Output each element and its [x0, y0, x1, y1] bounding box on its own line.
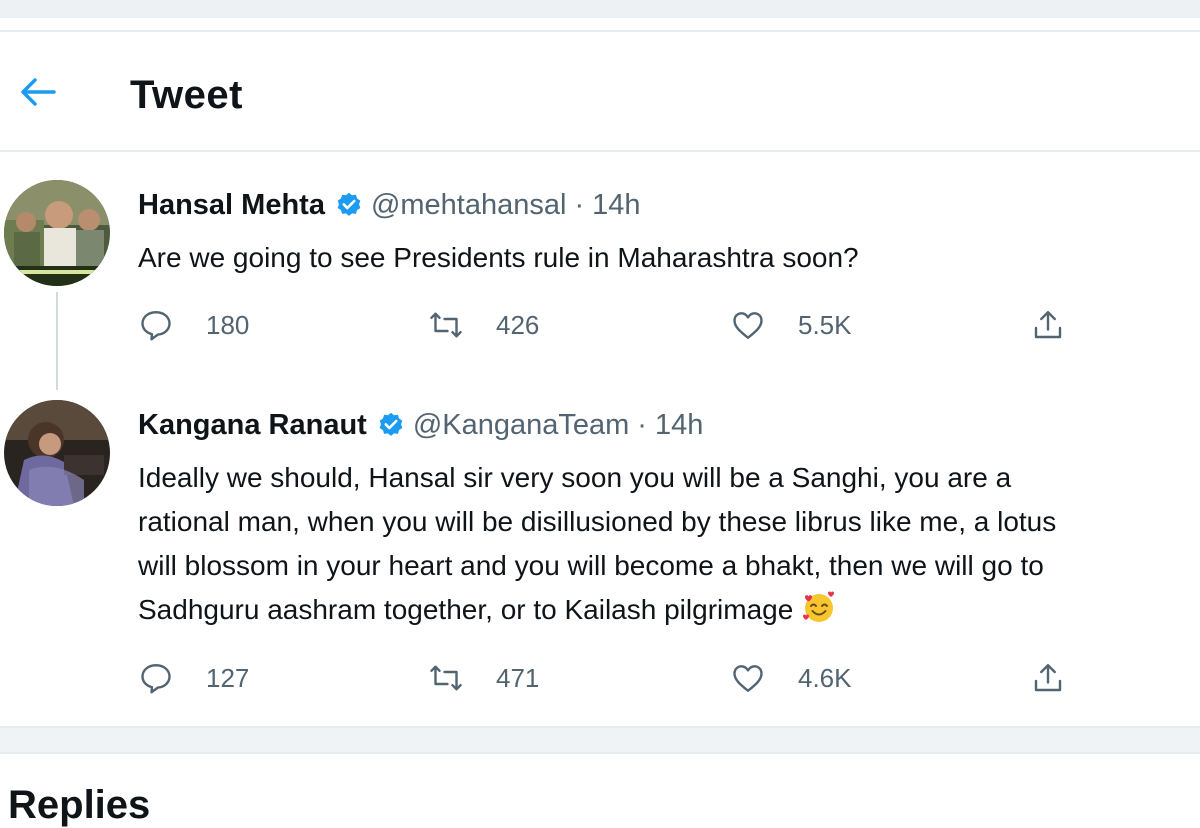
timestamp[interactable]: 14h — [592, 188, 640, 222]
tweet-text: Ideally we should, Hansal sir very soon … — [138, 456, 1200, 632]
heart-icon — [733, 312, 763, 339]
tweet-header: Hansal Mehta @mehtahansal · 14h — [138, 188, 641, 222]
tweet-text-line: Ideally we should, Hansal sir very soon … — [138, 462, 1012, 493]
avatar-kangana-ranaut[interactable] — [4, 400, 110, 506]
share-button[interactable] — [1030, 305, 1066, 345]
tweet-text-line: Sadhguru aashram together, or to Kailash… — [138, 594, 794, 625]
tweet-actions: 127 471 4.6K — [138, 658, 1078, 698]
speech-bubble-icon — [141, 311, 171, 341]
share-upload-icon — [1034, 311, 1062, 339]
tweet-text: Are we going to see Presidents rule in M… — [138, 236, 1200, 280]
retweet-count: 426 — [496, 309, 540, 340]
header-divider — [0, 150, 1200, 152]
author-name[interactable]: Hansal Mehta — [138, 188, 325, 222]
like-button[interactable]: 4.6K — [730, 658, 852, 698]
page-title: Tweet — [130, 73, 243, 117]
verified-badge-icon — [337, 192, 361, 216]
like-count: 4.6K — [798, 662, 852, 693]
retweet-button[interactable]: 426 — [428, 305, 539, 345]
reply-button[interactable]: 180 — [138, 305, 249, 345]
reply-count: 127 — [206, 662, 250, 693]
smiling-face-with-hearts-emoji — [803, 591, 835, 622]
share-upload-icon — [1034, 664, 1062, 692]
retweet-button[interactable]: 471 — [428, 658, 539, 698]
separator-dot: · — [637, 409, 647, 441]
speech-bubble-icon — [141, 664, 171, 694]
reply-count: 180 — [206, 309, 250, 340]
browser-top-strip — [0, 0, 1200, 18]
avatar-image — [4, 400, 110, 506]
tweet-text-line: will blossom in your heart and you will … — [138, 550, 1044, 581]
replies-heading: Replies — [8, 783, 151, 827]
retweet-icon — [430, 312, 462, 338]
timestamp[interactable]: 14h — [655, 408, 703, 442]
author-handle[interactable]: @mehtahansal — [371, 188, 567, 222]
avatar-hansal-mehta[interactable] — [4, 180, 110, 286]
arrow-left-icon — [21, 78, 56, 106]
top-divider — [0, 30, 1200, 32]
author-handle[interactable]: @KanganaTeam — [413, 408, 629, 442]
reply-button[interactable]: 127 — [138, 658, 249, 698]
tweet-text-line: rational man, when you will be disillusi… — [138, 506, 1057, 537]
like-button[interactable]: 5.5K — [730, 305, 852, 345]
back-button[interactable] — [16, 72, 60, 112]
avatar-image — [4, 180, 110, 286]
share-button[interactable] — [1030, 658, 1066, 698]
heart-icon — [733, 665, 763, 692]
tweet-text-line-last: Sadhguru aashram together, or to Kailash… — [138, 588, 1200, 632]
like-count: 5.5K — [798, 309, 852, 340]
section-divider — [0, 752, 1200, 754]
thread-connector — [56, 292, 58, 390]
tweet-actions: 180 426 5.5K — [138, 305, 1078, 345]
tweet-header: Kangana Ranaut @KanganaTeam · 14h — [138, 408, 703, 442]
retweet-count: 471 — [496, 662, 540, 693]
tweet-text-line: Are we going to see Presidents rule in M… — [138, 242, 859, 273]
separator-dot: · — [574, 189, 585, 221]
author-name[interactable]: Kangana Ranaut — [138, 408, 367, 442]
retweet-icon — [430, 665, 462, 691]
section-separator — [0, 728, 1200, 752]
verified-badge-icon — [379, 412, 403, 436]
